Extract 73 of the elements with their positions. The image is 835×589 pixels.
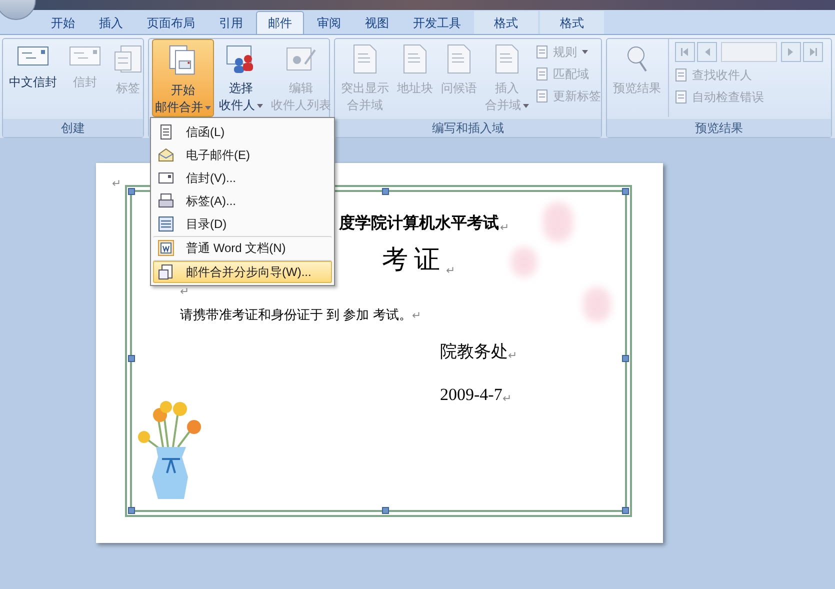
menu-item[interactable]: 普通 Word 文档(N)	[153, 236, 332, 259]
printer-icon	[158, 192, 174, 208]
previous-record-button[interactable]	[697, 42, 717, 62]
document-icon	[494, 44, 520, 74]
document-text: 2009-4-7	[440, 384, 502, 406]
caret-icon	[257, 104, 263, 108]
small-document-icon	[536, 89, 550, 103]
document-icon	[158, 240, 174, 256]
selection-handle[interactable]	[622, 355, 629, 362]
small-document-icon	[675, 90, 689, 104]
ribbon-tab[interactable]: 邮件	[256, 11, 304, 34]
ribbon-button[interactable]: 中文信封	[6, 39, 60, 117]
menu-item[interactable]: 信函(L)	[153, 120, 332, 143]
ribbon-tab[interactable]: 格式	[540, 11, 604, 34]
document-icon	[446, 44, 472, 74]
paragraph-mark: ↵	[508, 348, 517, 364]
document-text: 院教务处	[440, 340, 508, 362]
small-document-icon	[536, 45, 550, 59]
selection-handle[interactable]	[622, 507, 629, 514]
first-icon	[680, 47, 690, 57]
first-record-button[interactable]	[675, 42, 695, 62]
record-field[interactable]	[721, 42, 777, 62]
selection-handle[interactable]	[382, 507, 389, 514]
group-label: 预览结果	[607, 119, 831, 137]
ribbon-tab[interactable]: 开始	[40, 11, 86, 34]
envelope-icon	[158, 170, 174, 186]
menu-item[interactable]: 标签(A)...	[153, 189, 332, 212]
envelope-icon	[158, 146, 174, 162]
labels-icon	[113, 44, 143, 74]
selection-handle[interactable]	[128, 355, 135, 362]
last-icon	[808, 47, 818, 57]
paragraph-mark: ↵	[412, 309, 421, 324]
group-label: 编写和插入域	[335, 119, 601, 137]
selection-handle[interactable]	[622, 188, 629, 195]
small-document-icon	[536, 67, 550, 81]
letter-icon	[158, 124, 174, 140]
ribbon-tab[interactable]: 引用	[208, 11, 254, 34]
group-label: 创建	[3, 119, 143, 137]
ribbon-button[interactable]: 选择 收件人	[216, 39, 266, 117]
document-icon	[402, 44, 428, 74]
document-headline: 考证	[382, 244, 446, 276]
ribbon-tab[interactable]: 审阅	[306, 11, 352, 34]
document-title: 度学院计算机水平考试	[339, 213, 499, 234]
ribbon-tab[interactable]: 开发工具	[402, 11, 472, 34]
ribbon-tab[interactable]: 页面布局	[136, 11, 206, 34]
selection-handle[interactable]	[128, 507, 135, 514]
caret-icon	[205, 106, 211, 110]
ribbon-button[interactable]: 开始 邮件合并	[152, 39, 214, 117]
last-record-button[interactable]	[803, 42, 823, 62]
caret-icon	[523, 104, 529, 108]
document-text: 请携带准考证和身份证于 到 参加 考试。	[180, 306, 412, 324]
document-icon	[352, 44, 378, 74]
menu-item[interactable]: 电子邮件(E)	[153, 143, 332, 166]
selection-handle[interactable]	[128, 188, 135, 195]
paragraph-mark: ↵	[446, 264, 455, 278]
caret-icon	[582, 50, 588, 54]
menu-item[interactable]: 信封(V)...	[153, 166, 332, 189]
menu-item[interactable]: 邮件合并分步向导(W)...	[153, 260, 332, 283]
small-document-icon	[675, 68, 689, 82]
list-icon	[158, 216, 174, 232]
paragraph-mark: ↵	[502, 392, 512, 407]
document-icon	[158, 264, 174, 280]
envelope-icon	[17, 44, 49, 68]
selection-handle[interactable]	[382, 188, 389, 195]
ribbon-tab[interactable]: 视图	[354, 11, 400, 34]
paragraph-mark: ↵	[180, 286, 189, 298]
paragraph-mark: ↵	[112, 178, 121, 190]
ribbon-tab[interactable]: 格式	[474, 11, 538, 34]
next-record-button[interactable]	[781, 42, 801, 62]
paragraph-mark: ↵	[500, 220, 509, 236]
menu-item[interactable]: 目录(D)	[153, 212, 332, 235]
envelope-icon	[69, 44, 101, 68]
ribbon-tab[interactable]: 插入	[88, 11, 134, 34]
